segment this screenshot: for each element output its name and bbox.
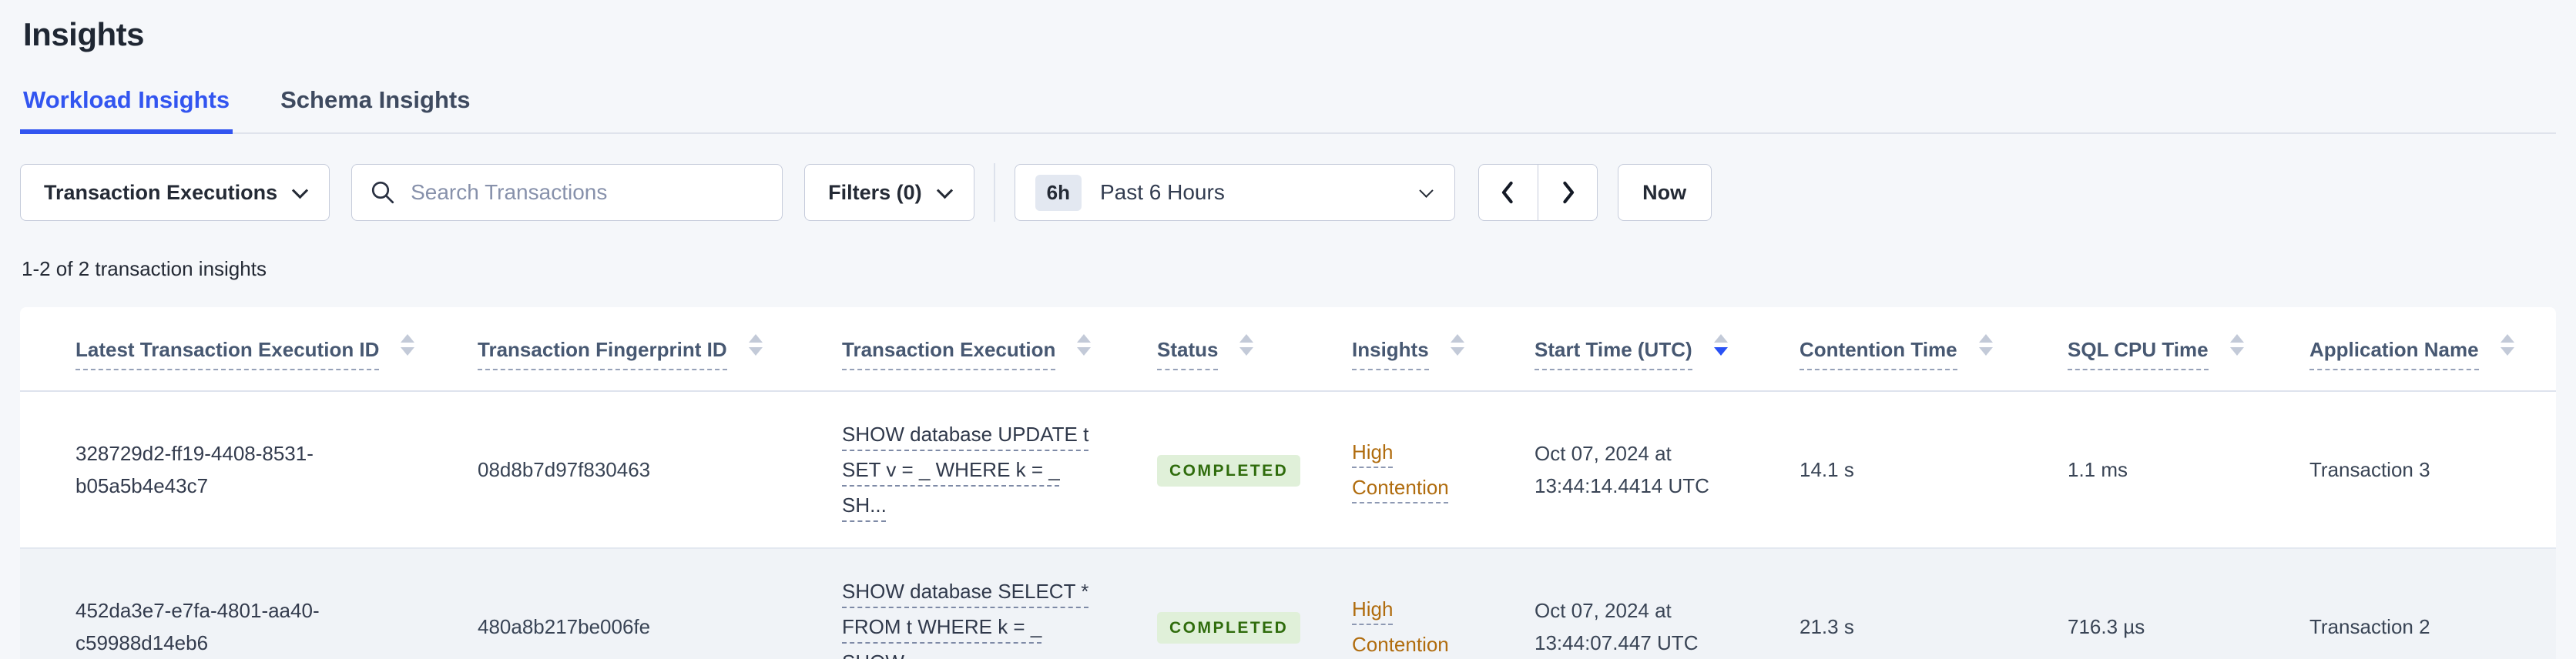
- sort-up-icon: [2229, 334, 2244, 343]
- cell-transaction-execution: SHOW database UPDATE t SET v = _ WHERE k…: [811, 391, 1126, 549]
- column-header-transaction-execution[interactable]: Transaction Execution: [811, 307, 1126, 392]
- cell-sql-cpu-time: 716.3 µs: [2037, 548, 2279, 659]
- column-header-insights[interactable]: Insights: [1321, 307, 1504, 392]
- insights-page: Insights Workload Insights Schema Insigh…: [0, 0, 2576, 659]
- time-range-picker[interactable]: 6h Past 6 Hours: [1014, 164, 1455, 221]
- transaction-execution-link[interactable]: SHOW database UPDATE t SET v = _ WHERE k…: [842, 423, 1088, 517]
- filters-button[interactable]: Filters (0): [804, 164, 974, 221]
- filters-button-label: Filters (0): [828, 180, 922, 204]
- sort-down-icon: [1978, 347, 1993, 356]
- insight-link[interactable]: High Contention: [1352, 440, 1449, 499]
- time-range-arrows: [1478, 164, 1598, 221]
- sort-up-icon: [2500, 334, 2514, 343]
- results-count: 1-2 of 2 transaction insights: [22, 257, 267, 280]
- sort-icon: [1450, 334, 1464, 356]
- toolbar-divider: [993, 163, 995, 222]
- sort-down-icon: [2500, 347, 2514, 356]
- transaction-execution-link[interactable]: SHOW database SELECT * FROM t WHERE k = …: [842, 580, 1088, 659]
- insight-type-dropdown-label: Transaction Executions: [44, 180, 278, 204]
- cell-application-name: Transaction 2: [2279, 548, 2556, 659]
- chevron-down-icon: [936, 182, 953, 199]
- sort-icon: [401, 334, 415, 356]
- chevron-down-icon: [1418, 182, 1434, 198]
- sort-icon: [2229, 334, 2244, 356]
- cell-transaction-execution: SHOW database SELECT * FROM t WHERE k = …: [811, 548, 1126, 659]
- page-title: Insights: [23, 16, 145, 52]
- insight-link[interactable]: High Contention: [1352, 597, 1449, 656]
- chevron-down-icon: [291, 182, 309, 199]
- cell-start-time: Oct 07, 2024 at 13:44:07.447 UTC: [1504, 548, 1769, 659]
- sort-up-icon: [401, 334, 415, 343]
- sort-up-icon: [1450, 334, 1464, 343]
- sort-icon: [1978, 334, 1993, 356]
- column-header-latest-transaction-execution-id[interactable]: Latest Transaction Execution ID: [20, 307, 447, 392]
- sort-down-icon: [1450, 347, 1464, 356]
- insights-table-card: Latest Transaction Execution ID Transact…: [20, 307, 2556, 659]
- time-range-label: Past 6 Hours: [1099, 180, 1225, 204]
- cell-execution-id: 328729d2-ff19-4408-8531-b05a5b4e43c7: [20, 391, 447, 549]
- search-icon: [371, 181, 394, 204]
- tab-schema-insights[interactable]: Schema Insights: [277, 86, 473, 134]
- insight-type-dropdown[interactable]: Transaction Executions: [20, 164, 330, 221]
- search-box[interactable]: [351, 164, 783, 221]
- time-next-button[interactable]: [1537, 164, 1598, 221]
- sort-down-icon: [1713, 347, 1728, 356]
- status-badge: COMPLETED: [1157, 611, 1301, 644]
- sort-icon: [1239, 334, 1254, 356]
- now-button[interactable]: Now: [1617, 164, 1712, 221]
- search-input[interactable]: [409, 179, 766, 206]
- cell-start-time: Oct 07, 2024 at 13:44:14.4414 UTC: [1504, 391, 1769, 549]
- column-header-contention-time[interactable]: Contention Time: [1769, 307, 2037, 392]
- table-row: 328729d2-ff19-4408-8531-b05a5b4e43c7 08d…: [20, 391, 2556, 549]
- sort-down-icon: [748, 347, 763, 356]
- cell-application-name: Transaction 3: [2279, 391, 2556, 549]
- sort-icon-active-desc: [1713, 334, 1728, 356]
- column-header-application-name[interactable]: Application Name: [2279, 307, 2556, 392]
- column-header-status[interactable]: Status: [1126, 307, 1321, 392]
- cell-contention-time: 21.3 s: [1769, 548, 2037, 659]
- insights-table: Latest Transaction Execution ID Transact…: [20, 307, 2556, 659]
- cell-fingerprint-id: 480a8b217be006fe: [447, 548, 811, 659]
- tab-workload-insights[interactable]: Workload Insights: [20, 86, 233, 134]
- sort-icon: [1077, 334, 1092, 356]
- column-header-sql-cpu-time[interactable]: SQL CPU Time: [2037, 307, 2279, 392]
- cell-execution-id: 452da3e7-e7fa-4801-aa40-c59988d14eb6: [20, 548, 447, 659]
- cell-fingerprint-id: 08d8b7d97f830463: [447, 391, 811, 549]
- column-header-start-time[interactable]: Start Time (UTC): [1504, 307, 1769, 392]
- sort-down-icon: [1077, 347, 1092, 356]
- cell-sql-cpu-time: 1.1 ms: [2037, 391, 2279, 549]
- chevron-right-icon: [1562, 181, 1574, 204]
- table-row: 452da3e7-e7fa-4801-aa40-c59988d14eb6 480…: [20, 548, 2556, 659]
- sort-down-icon: [1239, 347, 1254, 356]
- sort-down-icon: [401, 347, 415, 356]
- sort-icon: [748, 334, 763, 356]
- sort-up-icon: [748, 334, 763, 343]
- time-range-badge: 6h: [1035, 174, 1082, 211]
- cell-status: COMPLETED: [1126, 391, 1321, 549]
- status-badge: COMPLETED: [1157, 454, 1301, 487]
- time-prev-button[interactable]: [1478, 164, 1538, 221]
- chevron-left-icon: [1501, 181, 1513, 204]
- sort-down-icon: [2229, 347, 2244, 356]
- toolbar: Transaction Executions Filters (0) 6h Pa…: [20, 163, 2556, 222]
- cell-insights: High Contention: [1321, 391, 1504, 549]
- sort-up-icon: [1239, 334, 1254, 343]
- sort-up-icon: [1077, 334, 1092, 343]
- sort-icon: [2500, 334, 2514, 356]
- tab-bar: Workload Insights Schema Insights: [20, 86, 2556, 134]
- table-header-row: Latest Transaction Execution ID Transact…: [20, 307, 2556, 392]
- cell-contention-time: 14.1 s: [1769, 391, 2037, 549]
- cell-status: COMPLETED: [1126, 548, 1321, 659]
- sort-up-icon: [1713, 334, 1728, 343]
- sort-up-icon: [1978, 334, 1993, 343]
- column-header-transaction-fingerprint-id[interactable]: Transaction Fingerprint ID: [447, 307, 811, 392]
- cell-insights: High Contention: [1321, 548, 1504, 659]
